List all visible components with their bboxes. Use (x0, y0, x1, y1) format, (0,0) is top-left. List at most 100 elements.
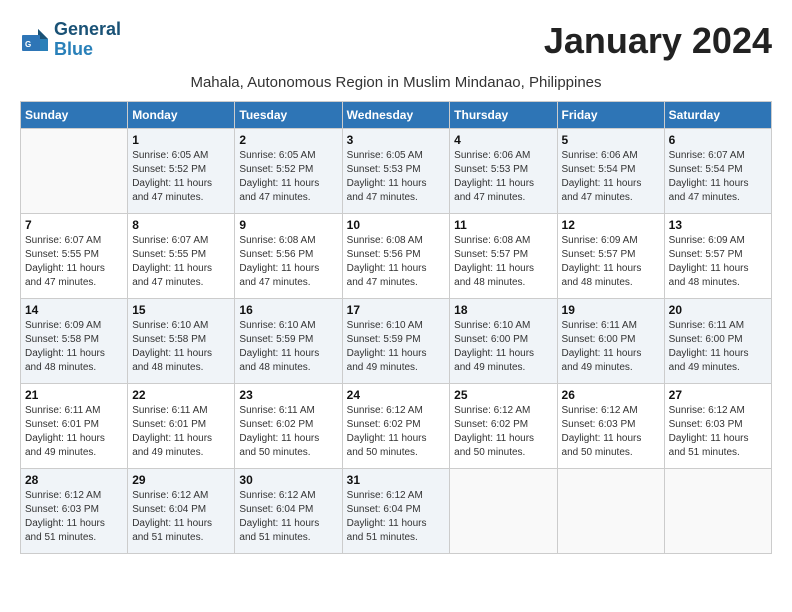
day-info: Sunrise: 6:07 AMSunset: 5:55 PMDaylight:… (132, 234, 230, 290)
day-number: 11 (454, 218, 552, 232)
calendar-cell: 26 Sunrise: 6:12 AMSunset: 6:03 PMDayligh… (557, 383, 664, 468)
day-info: Sunrise: 6:09 AMSunset: 5:58 PMDaylight:… (25, 319, 123, 375)
calendar-cell: 8 Sunrise: 6:07 AMSunset: 5:55 PMDaylight… (128, 213, 235, 298)
weekday-monday: Monday (128, 101, 235, 128)
calendar-cell: 5 Sunrise: 6:06 AMSunset: 5:54 PMDaylight… (557, 128, 664, 213)
location-title: Mahala, Autonomous Region in Muslim Mind… (20, 74, 772, 91)
day-number: 14 (25, 303, 123, 317)
day-number: 28 (25, 473, 123, 487)
day-number: 2 (239, 133, 337, 147)
day-info: Sunrise: 6:12 AMSunset: 6:02 PMDaylight:… (454, 404, 552, 460)
day-number: 21 (25, 388, 123, 402)
calendar-cell (664, 468, 771, 553)
day-info: Sunrise: 6:11 AMSunset: 6:01 PMDaylight:… (25, 404, 123, 460)
logo: G General Blue (20, 20, 121, 60)
weekday-saturday: Saturday (664, 101, 771, 128)
day-info: Sunrise: 6:11 AMSunset: 6:00 PMDaylight:… (669, 319, 767, 375)
day-info: Sunrise: 6:05 AMSunset: 5:52 PMDaylight:… (132, 149, 230, 205)
calendar-cell: 20Sunrise: 6:11 AMSunset: 6:00 PMDayligh… (664, 298, 771, 383)
day-info: Sunrise: 6:07 AMSunset: 5:55 PMDaylight:… (25, 234, 123, 290)
calendar-cell: 11 Sunrise: 6:08 AMSunset: 5:57 PMDayligh… (450, 213, 557, 298)
calendar-cell: 21 Sunrise: 6:11 AMSunset: 6:01 PMDayligh… (21, 383, 128, 468)
calendar-cell: 31Sunrise: 6:12 AMSunset: 6:04 PMDayligh… (342, 468, 450, 553)
day-info: Sunrise: 6:08 AMSunset: 5:56 PMDaylight:… (347, 234, 446, 290)
day-info: Sunrise: 6:10 AMSunset: 6:00 PMDaylight:… (454, 319, 552, 375)
day-number: 5 (562, 133, 660, 147)
calendar-cell: 7 Sunrise: 6:07 AMSunset: 5:55 PMDaylight… (21, 213, 128, 298)
day-number: 8 (132, 218, 230, 232)
weekday-sunday: Sunday (21, 101, 128, 128)
weekday-friday: Friday (557, 101, 664, 128)
day-info: Sunrise: 6:12 AMSunset: 6:04 PMDaylight:… (239, 489, 337, 545)
calendar-cell: 22Sunrise: 6:11 AMSunset: 6:01 PMDayligh… (128, 383, 235, 468)
day-number: 16 (239, 303, 337, 317)
day-number: 19 (562, 303, 660, 317)
day-number: 13 (669, 218, 767, 232)
month-title: January 2024 (544, 20, 772, 62)
weekday-wednesday: Wednesday (342, 101, 450, 128)
day-info: Sunrise: 6:06 AMSunset: 5:54 PMDaylight:… (562, 149, 660, 205)
day-info: Sunrise: 6:10 AMSunset: 5:59 PMDaylight:… (347, 319, 446, 375)
calendar-cell: 4 Sunrise: 6:06 AMSunset: 5:53 PMDaylight… (450, 128, 557, 213)
logo-text: General Blue (54, 20, 121, 60)
day-number: 3 (347, 133, 446, 147)
calendar-cell (557, 468, 664, 553)
calendar-cell: 29 Sunrise: 6:12 AMSunset: 6:04 PMDayligh… (128, 468, 235, 553)
calendar-cell: 2 Sunrise: 6:05 AMSunset: 5:52 PMDaylight… (235, 128, 342, 213)
calendar-week-row: 21 Sunrise: 6:11 AMSunset: 6:01 PMDayligh… (21, 383, 772, 468)
day-info: Sunrise: 6:12 AMSunset: 6:03 PMDaylight:… (669, 404, 767, 460)
day-info: Sunrise: 6:08 AMSunset: 5:56 PMDaylight:… (239, 234, 337, 290)
calendar-cell (21, 128, 128, 213)
day-info: Sunrise: 6:08 AMSunset: 5:57 PMDaylight:… (454, 234, 552, 290)
day-info: Sunrise: 6:05 AMSunset: 5:52 PMDaylight:… (239, 149, 337, 205)
day-info: Sunrise: 6:11 AMSunset: 6:00 PMDaylight:… (562, 319, 660, 375)
day-number: 27 (669, 388, 767, 402)
calendar-cell: 13 Sunrise: 6:09 AMSunset: 5:57 PMDayligh… (664, 213, 771, 298)
day-info: Sunrise: 6:10 AMSunset: 5:59 PMDaylight:… (239, 319, 337, 375)
weekday-header-row: SundayMondayTuesdayWednesdayThursdayFrid… (21, 101, 772, 128)
calendar-cell: 25 Sunrise: 6:12 AMSunset: 6:02 PMDayligh… (450, 383, 557, 468)
calendar-cell: 3 Sunrise: 6:05 AMSunset: 5:53 PMDaylight… (342, 128, 450, 213)
day-info: Sunrise: 6:06 AMSunset: 5:53 PMDaylight:… (454, 149, 552, 205)
day-info: Sunrise: 6:09 AMSunset: 5:57 PMDaylight:… (669, 234, 767, 290)
day-number: 29 (132, 473, 230, 487)
day-info: Sunrise: 6:12 AMSunset: 6:04 PMDaylight:… (347, 489, 446, 545)
day-number: 25 (454, 388, 552, 402)
day-number: 30 (239, 473, 337, 487)
day-number: 26 (562, 388, 660, 402)
calendar-cell: 18 Sunrise: 6:10 AMSunset: 6:00 PMDayligh… (450, 298, 557, 383)
calendar-cell (450, 468, 557, 553)
weekday-tuesday: Tuesday (235, 101, 342, 128)
day-info: Sunrise: 6:10 AMSunset: 5:58 PMDaylight:… (132, 319, 230, 375)
day-number: 24 (347, 388, 446, 402)
day-number: 7 (25, 218, 123, 232)
calendar-cell: 27 Sunrise: 6:12 AMSunset: 6:03 PMDayligh… (664, 383, 771, 468)
calendar-cell: 28 Sunrise: 6:12 AMSunset: 6:03 PMDayligh… (21, 468, 128, 553)
day-number: 23 (239, 388, 337, 402)
calendar-cell: 1 Sunrise: 6:05 AMSunset: 5:52 PMDaylight… (128, 128, 235, 213)
day-info: Sunrise: 6:09 AMSunset: 5:57 PMDaylight:… (562, 234, 660, 290)
calendar-cell: 16 Sunrise: 6:10 AMSunset: 5:59 PMDayligh… (235, 298, 342, 383)
day-info: Sunrise: 6:07 AMSunset: 5:54 PMDaylight:… (669, 149, 767, 205)
calendar-table: SundayMondayTuesdayWednesdayThursdayFrid… (20, 101, 772, 554)
calendar-cell: 24Sunrise: 6:12 AMSunset: 6:02 PMDayligh… (342, 383, 450, 468)
day-info: Sunrise: 6:05 AMSunset: 5:53 PMDaylight:… (347, 149, 446, 205)
day-number: 4 (454, 133, 552, 147)
calendar-week-row: 14 Sunrise: 6:09 AMSunset: 5:58 PMDayligh… (21, 298, 772, 383)
day-info: Sunrise: 6:12 AMSunset: 6:04 PMDaylight:… (132, 489, 230, 545)
calendar-cell: 23Sunrise: 6:11 AMSunset: 6:02 PMDayligh… (235, 383, 342, 468)
calendar-cell: 12 Sunrise: 6:09 AMSunset: 5:57 PMDayligh… (557, 213, 664, 298)
day-number: 1 (132, 133, 230, 147)
day-info: Sunrise: 6:12 AMSunset: 6:03 PMDaylight:… (562, 404, 660, 460)
day-number: 12 (562, 218, 660, 232)
day-number: 6 (669, 133, 767, 147)
day-info: Sunrise: 6:12 AMSunset: 6:03 PMDaylight:… (25, 489, 123, 545)
day-number: 22 (132, 388, 230, 402)
logo-icon: G (20, 25, 50, 55)
calendar-cell: 17Sunrise: 6:10 AMSunset: 5:59 PMDayligh… (342, 298, 450, 383)
calendar-cell: 30 Sunrise: 6:12 AMSunset: 6:04 PMDayligh… (235, 468, 342, 553)
calendar-cell: 15Sunrise: 6:10 AMSunset: 5:58 PMDayligh… (128, 298, 235, 383)
calendar-cell: 9Sunrise: 6:08 AMSunset: 5:56 PMDaylight… (235, 213, 342, 298)
day-number: 18 (454, 303, 552, 317)
weekday-thursday: Thursday (450, 101, 557, 128)
